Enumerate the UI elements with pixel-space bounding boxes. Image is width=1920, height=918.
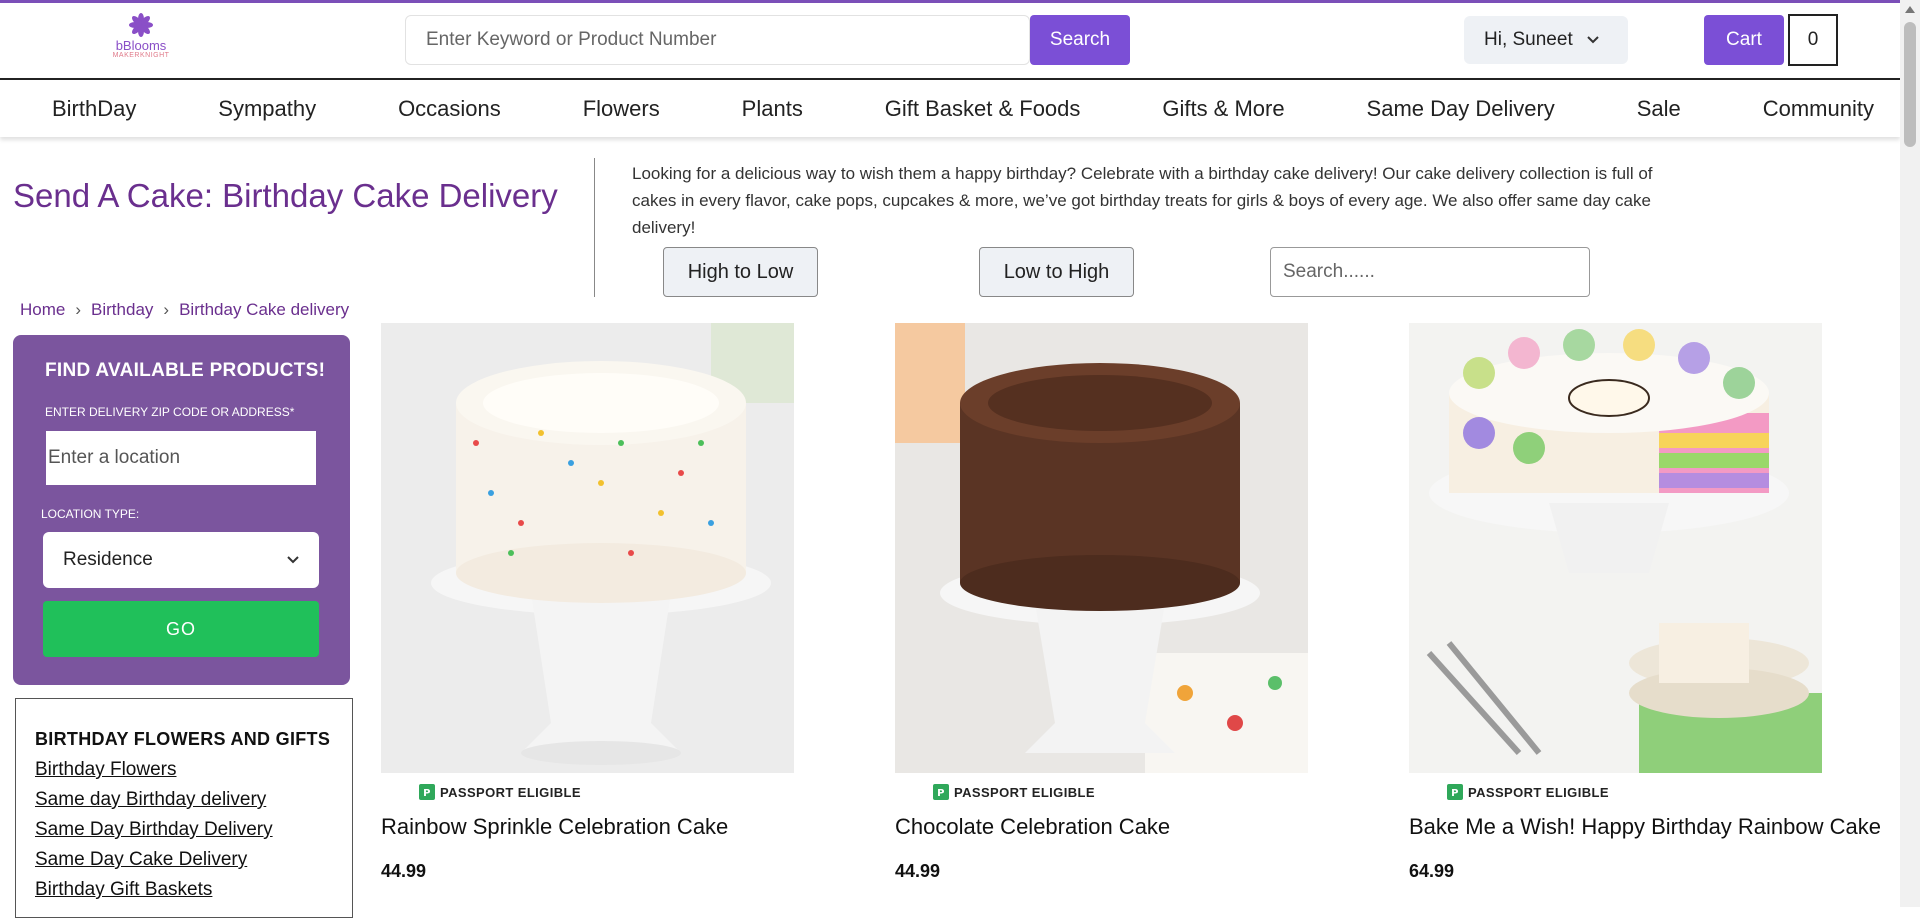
cart-button[interactable]: Cart: [1704, 15, 1784, 65]
nav-item-occasions[interactable]: Occasions: [398, 96, 501, 122]
nav-item-same-day[interactable]: Same Day Delivery: [1367, 96, 1555, 122]
breadcrumb-current[interactable]: Birthday Cake delivery: [179, 300, 349, 320]
category-intro: Looking for a delicious way to wish them…: [632, 164, 1653, 237]
main-nav: BirthDay Sympathy Occasions Flowers Plan…: [0, 78, 1900, 137]
product-search-input[interactable]: [1270, 247, 1590, 297]
cart-count-badge[interactable]: 0: [1788, 14, 1838, 66]
product-image[interactable]: [381, 323, 794, 773]
scroll-up-arrow-icon[interactable]: [1905, 6, 1915, 13]
location-type-label: LOCATION TYPE:: [41, 507, 140, 521]
title-divider: [594, 158, 595, 297]
passport-badge: P PASSPORT ELIGIBLE: [1447, 784, 1869, 800]
link-same-day-birthday-delivery[interactable]: Same Day Birthday Delivery: [35, 815, 352, 845]
passport-label: PASSPORT ELIGIBLE: [954, 784, 1095, 800]
product-card[interactable]: P PASSPORT ELIGIBLE Chocolate Celebratio…: [895, 323, 1355, 882]
product-name[interactable]: Chocolate Celebration Cake: [895, 814, 1355, 840]
nav-item-gift-basket[interactable]: Gift Basket & Foods: [885, 96, 1081, 122]
nav-item-plants[interactable]: Plants: [742, 96, 803, 122]
passport-badge: P PASSPORT ELIGIBLE: [419, 784, 841, 800]
nav-item-gifts-more[interactable]: Gifts & More: [1162, 96, 1284, 122]
passport-badge: P PASSPORT ELIGIBLE: [933, 784, 1355, 800]
account-menu-button[interactable]: Hi, Suneet: [1464, 16, 1628, 64]
flower-logo-icon: [129, 13, 153, 37]
product-image[interactable]: [1409, 323, 1822, 773]
location-type-value: Residence: [63, 549, 153, 570]
nav-item-flowers[interactable]: Flowers: [583, 96, 660, 122]
product-name[interactable]: Bake Me a Wish! Happy Birthday Rainbow C…: [1409, 814, 1881, 840]
finder-title: FIND AVAILABLE PRODUCTS!: [45, 360, 326, 381]
go-button[interactable]: GO: [43, 601, 319, 657]
links-title: BIRTHDAY FLOWERS AND GIFTS: [35, 729, 331, 749]
passport-label: PASSPORT ELIGIBLE: [440, 784, 581, 800]
logo-sub-text: MAKERKNIGHT: [112, 52, 170, 59]
account-greeting: Hi, Suneet: [1484, 29, 1573, 50]
breadcrumb-separator-icon: ›: [75, 300, 82, 319]
nav-item-sale[interactable]: Sale: [1637, 96, 1681, 122]
product-card[interactable]: P PASSPORT ELIGIBLE Rainbow Sprinkle Cel…: [381, 323, 841, 882]
product-price: 44.99: [381, 861, 427, 881]
search-button[interactable]: Search: [1030, 15, 1130, 65]
page-scrollbar[interactable]: [1900, 0, 1920, 907]
sort-high-to-low-button[interactable]: High to Low: [663, 247, 818, 297]
nav-item-birthday[interactable]: BirthDay: [52, 96, 136, 122]
passport-icon: P: [419, 784, 435, 800]
breadcrumb: Home › Birthday › Birthday Cake delivery: [20, 300, 349, 320]
passport-label: PASSPORT ELIGIBLE: [1468, 784, 1609, 800]
product-price: 64.99: [1409, 861, 1455, 881]
product-card[interactable]: P PASSPORT ELIGIBLE Bake Me a Wish! Happ…: [1409, 323, 1881, 882]
chevron-down-icon: [1587, 36, 1599, 44]
nav-item-sympathy[interactable]: Sympathy: [218, 96, 316, 122]
link-same-day-birthday[interactable]: Same day Birthday delivery: [35, 785, 352, 815]
location-input[interactable]: [46, 431, 316, 485]
birthday-links-box: BIRTHDAY FLOWERS AND GIFTS Birthday Flow…: [15, 698, 353, 918]
passport-icon: P: [1447, 784, 1463, 800]
logo-brand-text: bBlooms: [115, 38, 167, 53]
svg-text:P: P: [1451, 788, 1459, 799]
svg-text:P: P: [423, 788, 431, 799]
passport-icon: P: [933, 784, 949, 800]
page-title: Send A Cake: Birthday Cake Delivery: [13, 177, 558, 214]
breadcrumb-home[interactable]: Home: [20, 300, 65, 320]
link-same-day-cake[interactable]: Same Day Cake Delivery: [35, 845, 352, 875]
product-finder-panel: FIND AVAILABLE PRODUCTS! ENTER DELIVERY …: [13, 335, 350, 685]
site-header: bBlooms MAKERKNIGHT Search Hi, Suneet Ca…: [0, 3, 1920, 79]
product-image[interactable]: [895, 323, 1308, 773]
link-birthday-gift-baskets[interactable]: Birthday Gift Baskets: [35, 875, 352, 905]
breadcrumb-separator-icon: ›: [163, 300, 170, 319]
product-name[interactable]: Rainbow Sprinkle Celebration Cake: [381, 814, 841, 840]
sort-low-to-high-button[interactable]: Low to High: [979, 247, 1134, 297]
chevron-down-icon: [287, 556, 299, 564]
breadcrumb-birthday[interactable]: Birthday: [91, 300, 153, 320]
scrollbar-thumb[interactable]: [1904, 22, 1916, 147]
search-input[interactable]: [405, 15, 1030, 65]
nav-item-community[interactable]: Community: [1763, 96, 1874, 122]
zip-label: ENTER DELIVERY ZIP CODE OR ADDRESS*: [45, 405, 295, 419]
site-logo[interactable]: bBlooms MAKERKNIGHT: [104, 13, 178, 65]
product-price: 44.99: [895, 861, 941, 881]
location-type-select[interactable]: Residence: [43, 532, 319, 588]
link-birthday-flowers[interactable]: Birthday Flowers: [35, 755, 352, 785]
svg-text:P: P: [937, 788, 945, 799]
